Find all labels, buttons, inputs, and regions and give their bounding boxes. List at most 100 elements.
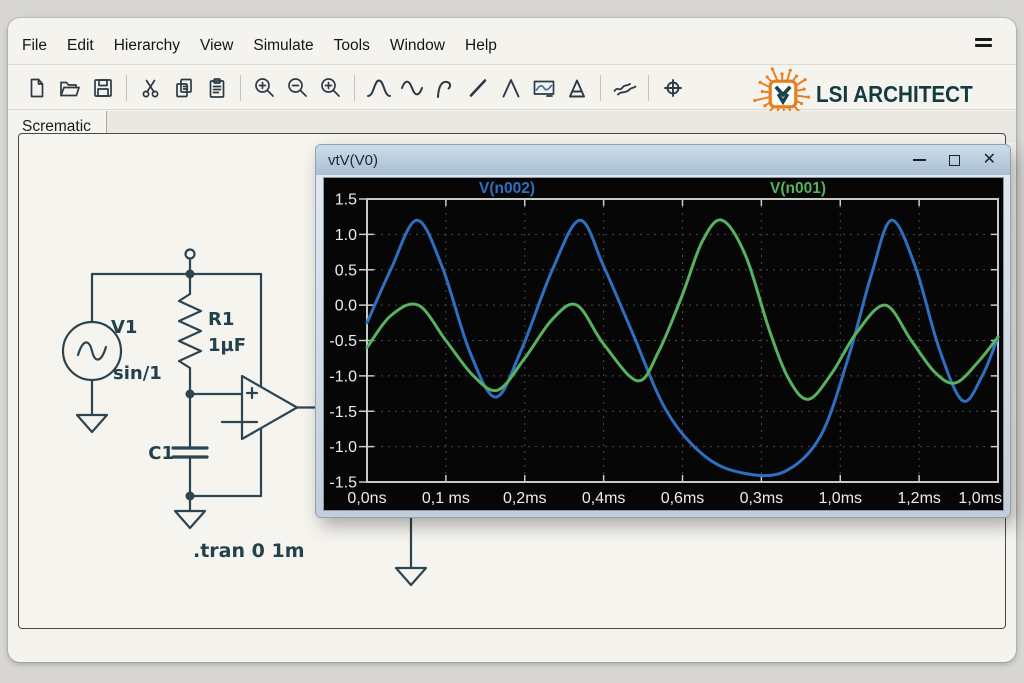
scribble-icon (612, 77, 638, 99)
window-controls: ✕ (913, 152, 996, 168)
logo-trace-dot (780, 72, 783, 75)
y-tick-label: 1.5 (335, 192, 357, 209)
logo-trace-dot (753, 99, 756, 102)
menu-edit[interactable]: Edit (67, 37, 94, 55)
new-file-icon (26, 77, 48, 99)
x-tick-label: 0,3ms (740, 490, 784, 507)
waveform-window[interactable]: vtV(V0) ✕ 1.5 1.0 0.5 0.0 -0.5 -1.0 -1.5 -1.0 -1… (315, 144, 1011, 518)
logo-trace-dot (758, 81, 761, 84)
opamp-symbol (242, 376, 297, 439)
scribble-tool-button[interactable] (608, 73, 641, 103)
y-tick-label: -1.0 (329, 439, 357, 456)
menu-simulate[interactable]: Simulate (253, 37, 313, 55)
x-tick-label: 0,0ns (347, 490, 386, 507)
copy-icon (173, 77, 195, 99)
y-tick-label: 1.0 (335, 227, 357, 244)
waveform-window-button[interactable] (527, 73, 560, 103)
wire-tool-button[interactable] (461, 73, 494, 103)
new-file-button[interactable] (20, 73, 53, 103)
rising-curve-icon (434, 77, 456, 99)
ground-triangle-icon (566, 77, 588, 99)
toolbar-separator (126, 75, 127, 101)
close-icon[interactable]: ✕ (983, 152, 996, 168)
menu-tools[interactable]: Tools (334, 37, 370, 55)
wire-icon (467, 77, 489, 99)
logo-trace-dot (795, 74, 798, 77)
y-tick-label: -1.5 (329, 475, 357, 492)
menu-file[interactable]: File (22, 37, 47, 55)
logo-trace-dot (807, 96, 810, 99)
bell-curve-tool-button[interactable] (362, 73, 395, 103)
text-tool-button[interactable] (494, 73, 527, 103)
cut-button[interactable] (134, 73, 167, 103)
logo-trace (756, 97, 768, 100)
copy-button[interactable] (167, 73, 200, 103)
waveform-titlebar[interactable]: vtV(V0) ✕ (316, 145, 1010, 175)
junction-dot (187, 271, 194, 278)
y-tick-label: -1.5 (329, 404, 357, 421)
bell-curve-icon (366, 77, 392, 99)
v1-name-label: V1 (111, 317, 137, 338)
y-tick-label: -1.0 (329, 368, 357, 385)
logo-trace-dot (802, 88, 805, 91)
zoom-in-button[interactable] (248, 73, 281, 103)
minimize-icon[interactable] (913, 159, 926, 161)
series-V(n001) (367, 220, 998, 399)
hamburger-menu-icon[interactable] (975, 35, 992, 50)
zoom-fit-button[interactable] (314, 73, 347, 103)
menu-window[interactable]: Window (390, 37, 445, 55)
app-window: File Edit Hierarchy View Simulate Tools … (8, 18, 1016, 662)
y-tick-label: 0.5 (335, 262, 357, 279)
save-icon (92, 77, 114, 99)
crosshair-tool-button[interactable] (656, 73, 689, 103)
paste-button[interactable] (200, 73, 233, 103)
desktop: { "menubar": { "items": ["File", "Edit",… (0, 0, 1024, 683)
logo-trace (773, 70, 777, 80)
schematic-canvas[interactable]: V1 sin/1 R1 1µF C1 .tran 0 1m vtV(V0) ✕ … (18, 133, 1006, 629)
menu-help[interactable]: Help (465, 37, 497, 55)
x-tick-label: 0,4ms (582, 490, 626, 507)
save-button[interactable] (86, 73, 119, 103)
logo-trace-dot (763, 104, 766, 107)
sine-glyph (78, 342, 106, 359)
cut-icon (140, 77, 162, 99)
r1-name-label: R1 (208, 309, 234, 330)
zoom-in-icon (253, 76, 276, 99)
y-tick-label: -0.5 (329, 333, 357, 350)
plot-chart: 1.51.00.50.0-0.5-1.0-1.5-1.0-1.50,0ns0,1… (323, 177, 1004, 511)
x-tick-label: 1,0ms (818, 490, 862, 507)
x-tick-label: 0,2ms (503, 490, 547, 507)
zoom-out-button[interactable] (281, 73, 314, 103)
sine-tool-button[interactable] (395, 73, 428, 103)
maximize-icon[interactable] (949, 155, 960, 166)
paste-icon (206, 77, 228, 99)
r1-value-label: 1µF (208, 335, 246, 356)
x-tick-label: 0,1 ms (422, 490, 470, 507)
ground-symbol-v1 (77, 415, 107, 432)
logo-trace (787, 72, 790, 80)
junction-dot (187, 391, 194, 398)
r1-resistor-symbol (179, 294, 201, 368)
logo-trace (797, 96, 807, 97)
menu-hierarchy[interactable]: Hierarchy (114, 37, 180, 55)
logo-trace-dot (803, 78, 806, 81)
waveform-title: vtV(V0) (328, 152, 378, 169)
y-tick-label: 0.0 (335, 298, 357, 315)
open-file-button[interactable] (53, 73, 86, 103)
zoom-out-icon (286, 76, 309, 99)
logo-trace-dot (800, 102, 803, 105)
x-tick-label: 0,6ms (661, 490, 705, 507)
c1-name-label: C1 (148, 443, 174, 464)
crosshair-icon (662, 77, 684, 99)
plot-area[interactable]: 1.51.00.50.0-0.5-1.0-1.5-1.0-1.50,0ns0,1… (323, 177, 1004, 511)
ground-symbol-output (396, 568, 426, 585)
sine-wave-icon (400, 77, 424, 99)
menu-view[interactable]: View (200, 37, 233, 55)
v1-value-label: sin/1 (113, 363, 162, 384)
toolbar-separator (600, 75, 601, 101)
toolbar-separator (648, 75, 649, 101)
ground-tool-button[interactable] (560, 73, 593, 103)
logo-trace-dot (765, 75, 768, 78)
curve-tool-button[interactable] (428, 73, 461, 103)
logo-trace (764, 92, 769, 93)
